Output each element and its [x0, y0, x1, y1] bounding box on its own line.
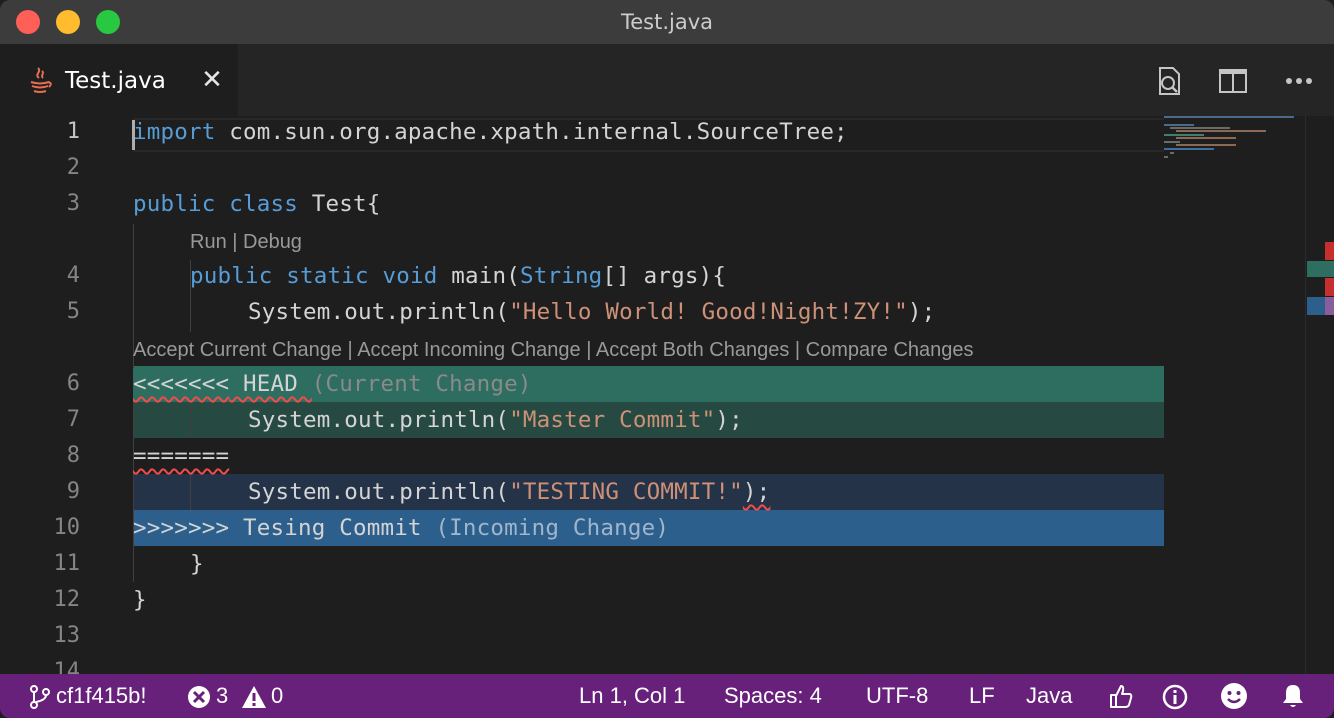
indent-guide	[190, 474, 191, 510]
line-number: 11	[53, 551, 81, 576]
warning-count[interactable]: 0	[271, 674, 283, 718]
code-line-3: public class Test{	[133, 186, 380, 222]
title-bar: Test.java	[0, 0, 1334, 44]
line-number: 7	[66, 407, 80, 432]
line-number: 4	[66, 263, 80, 288]
tab-label: Test.java	[65, 68, 166, 94]
codelens-run-debug[interactable]: Run | Debug	[190, 225, 302, 259]
error-icon[interactable]	[186, 684, 212, 710]
type-name: String	[519, 263, 603, 289]
string-literal: "Master Commit"	[509, 407, 716, 433]
keyword: public	[133, 191, 216, 217]
info-icon[interactable]	[1162, 684, 1188, 710]
code-line-12: }	[133, 587, 147, 613]
line-number: 14	[53, 659, 81, 674]
language-mode[interactable]: Java	[1026, 674, 1072, 718]
line-number: 8	[66, 443, 80, 468]
tab-close-icon[interactable]: ✕	[198, 62, 226, 98]
line-number: 2	[66, 155, 80, 180]
line-number: 10	[53, 515, 81, 540]
code-text: System.out.println(	[248, 299, 510, 325]
git-branch-icon[interactable]	[27, 684, 53, 710]
conflict-head: HEAD	[229, 371, 312, 397]
conflict-description: (Current Change)	[311, 371, 532, 397]
split-editor-icon[interactable]	[1216, 64, 1250, 98]
code-line-4: public static void main(String[] args){	[190, 258, 726, 294]
line-number: 12	[53, 587, 81, 612]
line-number: 9	[66, 479, 80, 504]
warning-icon[interactable]	[241, 684, 267, 710]
keyword: import	[133, 119, 216, 145]
vertical-scrollbar[interactable]	[1305, 116, 1334, 674]
keyword: public	[190, 263, 273, 289]
code-editor[interactable]: 1 2 3 4 5 6 7 8 9 10 11 12 13 14 import …	[0, 116, 1334, 674]
keyword: class	[229, 191, 298, 217]
code-line-1: import com.sun.org.apache.xpath.internal…	[133, 116, 848, 150]
code-line-6-conflict-start: <<<<<<< HEAD (Current Change)	[133, 366, 532, 402]
status-bar: cf1f415b! 3 0 Ln 1, Col 1 Spaces: 4 UTF-…	[0, 674, 1334, 718]
overview-incoming-change-marker	[1307, 297, 1325, 315]
code-line-9: System.out.println("TESTING COMMIT!");	[248, 474, 770, 510]
code-text: System.out.println(	[248, 479, 510, 505]
code-text: System.out.println(	[248, 407, 510, 433]
overview-marker	[1325, 297, 1334, 315]
error-count[interactable]: 3	[216, 674, 228, 718]
code-text: com.sun.org.apache.xpath.internal.Source…	[215, 119, 848, 145]
codelens-merge-actions[interactable]: Accept Current Change | Accept Incoming …	[133, 333, 974, 367]
cursor-position[interactable]: Ln 1, Col 1	[579, 674, 685, 718]
indent-guide	[133, 402, 134, 582]
line-number: 6	[66, 371, 80, 396]
conflict-branch: Tesing Commit	[229, 515, 436, 541]
code-text: [] args){	[602, 263, 727, 289]
code-line-11: }	[190, 551, 204, 577]
keyword: void	[382, 263, 438, 289]
conflict-marker: >>>>>>>	[133, 515, 230, 541]
indent-guide	[190, 402, 191, 438]
indentation-setting[interactable]: Spaces: 4	[724, 674, 822, 718]
line-number: 5	[66, 299, 80, 324]
code-line-7: System.out.println("Master Commit");	[248, 402, 743, 438]
line-number: 3	[66, 191, 80, 216]
tab-bar: Test.java ✕	[0, 44, 1334, 116]
overview-error-marker	[1325, 242, 1334, 260]
smiley-icon[interactable]	[1220, 682, 1248, 710]
string-literal: "TESTING COMMIT!"	[509, 479, 743, 505]
overview-error-marker	[1325, 278, 1334, 296]
code-line-5: System.out.println("Hello World! Good!Ni…	[248, 294, 935, 330]
string-literal: "Hello World! Good!Night!ZY!"	[509, 299, 908, 325]
conflict-marker: <<<<<<<	[133, 371, 230, 397]
code-text: );	[742, 479, 771, 505]
line-number: 1	[66, 119, 80, 144]
tab-test-java[interactable]: Test.java ✕	[0, 44, 238, 116]
overview-current-change-marker	[1307, 261, 1334, 277]
code-text: Test{	[297, 191, 381, 217]
feedback-icon[interactable]	[1107, 682, 1135, 710]
keyword: static	[286, 263, 369, 289]
file-encoding[interactable]: UTF-8	[866, 674, 928, 718]
editor-window: Test.java Test.java ✕ 1 2 3 4 5 6 7 8 9 …	[0, 0, 1334, 718]
code-text: );	[715, 407, 743, 433]
minimap[interactable]	[1162, 116, 1302, 176]
more-actions-icon[interactable]	[1282, 64, 1316, 98]
conflict-description: (Incoming Change)	[435, 515, 670, 541]
code-text: main(	[437, 263, 520, 289]
code-text: );	[907, 299, 936, 325]
java-icon	[30, 67, 52, 93]
git-branch-label[interactable]: cf1f415b!	[56, 674, 147, 718]
line-ending[interactable]: LF	[969, 674, 995, 718]
open-changes-icon[interactable]	[1153, 64, 1187, 98]
line-number: 13	[53, 623, 81, 648]
code-line-10-conflict-end: >>>>>>> Tesing Commit (Incoming Change)	[133, 510, 669, 546]
conflict-separator: =======	[133, 443, 230, 469]
code-line-8-separator: =======	[133, 438, 229, 474]
window-title: Test.java	[620, 10, 714, 34]
notifications-bell-icon[interactable]	[1279, 682, 1307, 710]
